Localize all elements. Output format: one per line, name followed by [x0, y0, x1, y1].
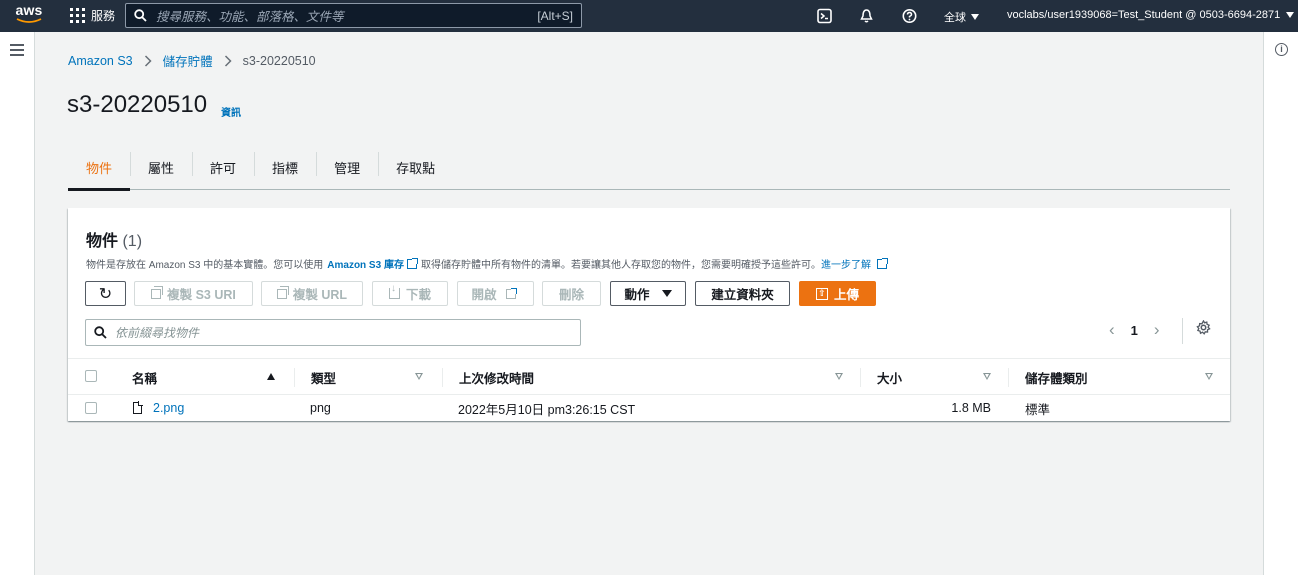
account-menu[interactable]: voclabs/user1939068=Test_Student @ 0503-…: [1007, 9, 1295, 21]
search-icon: [134, 9, 147, 22]
inventory-link[interactable]: Amazon S3 庫存: [327, 256, 404, 271]
object-modified-cell: 2022年5月10日 pm3:26:15 CST: [458, 402, 636, 417]
download-button[interactable]: 下載: [372, 281, 448, 306]
external-link-icon: [406, 257, 418, 269]
account-label: voclabs/user1939068=Test_Student @ 0503-…: [1007, 9, 1281, 21]
left-side-rail: [0, 32, 35, 575]
page-title: s3-20220510: [67, 91, 208, 118]
sort-icon[interactable]: [835, 373, 843, 380]
right-side-rail: i: [1263, 32, 1298, 575]
caret-down-icon: [1286, 12, 1295, 18]
tab-permissions[interactable]: 許可: [192, 145, 254, 189]
chevron-right-icon: [224, 54, 232, 67]
upload-button[interactable]: ⇧ 上傳: [799, 281, 876, 306]
external-link-icon: [505, 287, 517, 299]
tab-access-points[interactable]: 存取點: [378, 145, 453, 189]
caret-down-icon: [971, 14, 979, 20]
select-all-checkbox[interactable]: [85, 370, 97, 382]
breadcrumb: Amazon S3 儲存貯體 s3-20220510: [68, 51, 316, 70]
copy-icon: [151, 285, 164, 299]
tab-properties[interactable]: 屬性: [130, 145, 192, 189]
search-shortcut: [Alt+S]: [537, 8, 573, 23]
help-icon[interactable]: [902, 7, 917, 25]
cloudshell-icon[interactable]: [817, 7, 832, 25]
chevron-right-icon[interactable]: ›: [1154, 320, 1160, 340]
copy-s3-uri-button[interactable]: 複製 S3 URI: [134, 281, 253, 306]
info-link[interactable]: 資訊: [221, 104, 241, 119]
sort-ascending-icon[interactable]: [267, 373, 275, 380]
object-size-cell: 1.8 MB: [951, 401, 991, 415]
gear-icon[interactable]: [1196, 320, 1211, 335]
grid-icon: [70, 8, 85, 23]
refresh-button[interactable]: ↻: [85, 281, 126, 306]
tab-metrics[interactable]: 指標: [254, 145, 316, 189]
column-size[interactable]: 大小: [877, 359, 902, 395]
external-link-icon: [876, 257, 888, 269]
sort-icon[interactable]: [415, 373, 423, 380]
copy-url-button[interactable]: 複製 URL: [261, 281, 363, 306]
column-type[interactable]: 類型: [311, 359, 336, 395]
refresh-icon: ↻: [98, 285, 113, 303]
object-storage-class-cell: 標準: [1025, 402, 1051, 417]
breadcrumb-s3[interactable]: Amazon S3: [68, 54, 133, 68]
tab-management[interactable]: 管理: [316, 145, 378, 189]
objects-description: 物件是存放在 Amazon S3 中的基本實體。您可以使用 Amazon S3 …: [86, 256, 891, 271]
learn-more-link[interactable]: 進一步了解: [821, 256, 871, 271]
breadcrumb-current: s3-20220510: [242, 53, 316, 68]
delete-button[interactable]: 刪除: [542, 281, 601, 306]
global-search-input[interactable]: 搜尋服務、功能、部落格、文件等 [Alt+S]: [125, 3, 582, 28]
breadcrumb-buckets[interactable]: 儲存貯體: [163, 51, 213, 70]
search-placeholder: 搜尋服務、功能、部落格、文件等: [156, 10, 344, 24]
top-nav: aws 服務 搜尋服務、功能、部落格、文件等 [Alt+S] 全球 voclab…: [0, 0, 1298, 32]
aws-logo[interactable]: aws: [14, 3, 44, 27]
upload-icon: ⇧: [815, 287, 828, 300]
open-button[interactable]: 開啟: [457, 281, 534, 306]
hamburger-menu-icon[interactable]: [10, 44, 24, 56]
region-label: 全球: [944, 12, 966, 24]
info-icon[interactable]: i: [1275, 43, 1288, 56]
caret-down-icon: [661, 290, 672, 297]
services-menu-button[interactable]: 服務: [70, 7, 115, 24]
tab-objects[interactable]: 物件: [68, 145, 131, 191]
objects-count: (1): [122, 233, 143, 250]
table-header: 名稱 類型 上次修改時間 大小 儲存體類別: [68, 358, 1230, 395]
column-storage-class[interactable]: 儲存體類別: [1025, 359, 1088, 395]
region-selector[interactable]: 全球: [944, 9, 979, 25]
tab-bar: 物件 屬性 許可 指標 管理 存取點: [68, 145, 1230, 191]
file-icon: [133, 401, 143, 414]
create-folder-button[interactable]: 建立資料夾: [695, 281, 790, 306]
object-type-cell: png: [310, 401, 331, 415]
object-name-cell: 2.png: [133, 395, 184, 421]
chevron-left-icon[interactable]: ‹: [1109, 320, 1115, 340]
column-last-modified[interactable]: 上次修改時間: [459, 359, 534, 395]
services-label: 服務: [91, 9, 116, 23]
filter-placeholder: 依前綴尋找物件: [115, 326, 200, 340]
column-name[interactable]: 名稱: [132, 359, 157, 395]
page-number[interactable]: 1: [1131, 323, 1138, 338]
pagination: ‹ 1 ›: [1109, 320, 1160, 340]
table-row[interactable]: 2.png png 2022年5月10日 pm3:26:15 CST 1.8 M…: [68, 395, 1230, 421]
objects-heading: 物件 (1): [86, 233, 143, 250]
copy-icon: [276, 285, 289, 299]
chevron-right-icon: [144, 54, 152, 67]
row-checkbox[interactable]: [85, 402, 97, 414]
object-filter-input[interactable]: 依前綴尋找物件: [85, 319, 581, 346]
object-name-link[interactable]: 2.png: [153, 401, 184, 415]
search-icon: [94, 326, 107, 339]
download-icon: [388, 283, 400, 299]
sort-icon[interactable]: [1205, 373, 1213, 380]
actions-dropdown[interactable]: 動作: [610, 281, 686, 306]
divider: [1182, 318, 1183, 344]
objects-panel: 物件 (1) 物件是存放在 Amazon S3 中的基本實體。您可以使用 Ama…: [68, 208, 1230, 421]
sort-icon[interactable]: [983, 373, 991, 380]
bell-icon[interactable]: [859, 7, 874, 25]
